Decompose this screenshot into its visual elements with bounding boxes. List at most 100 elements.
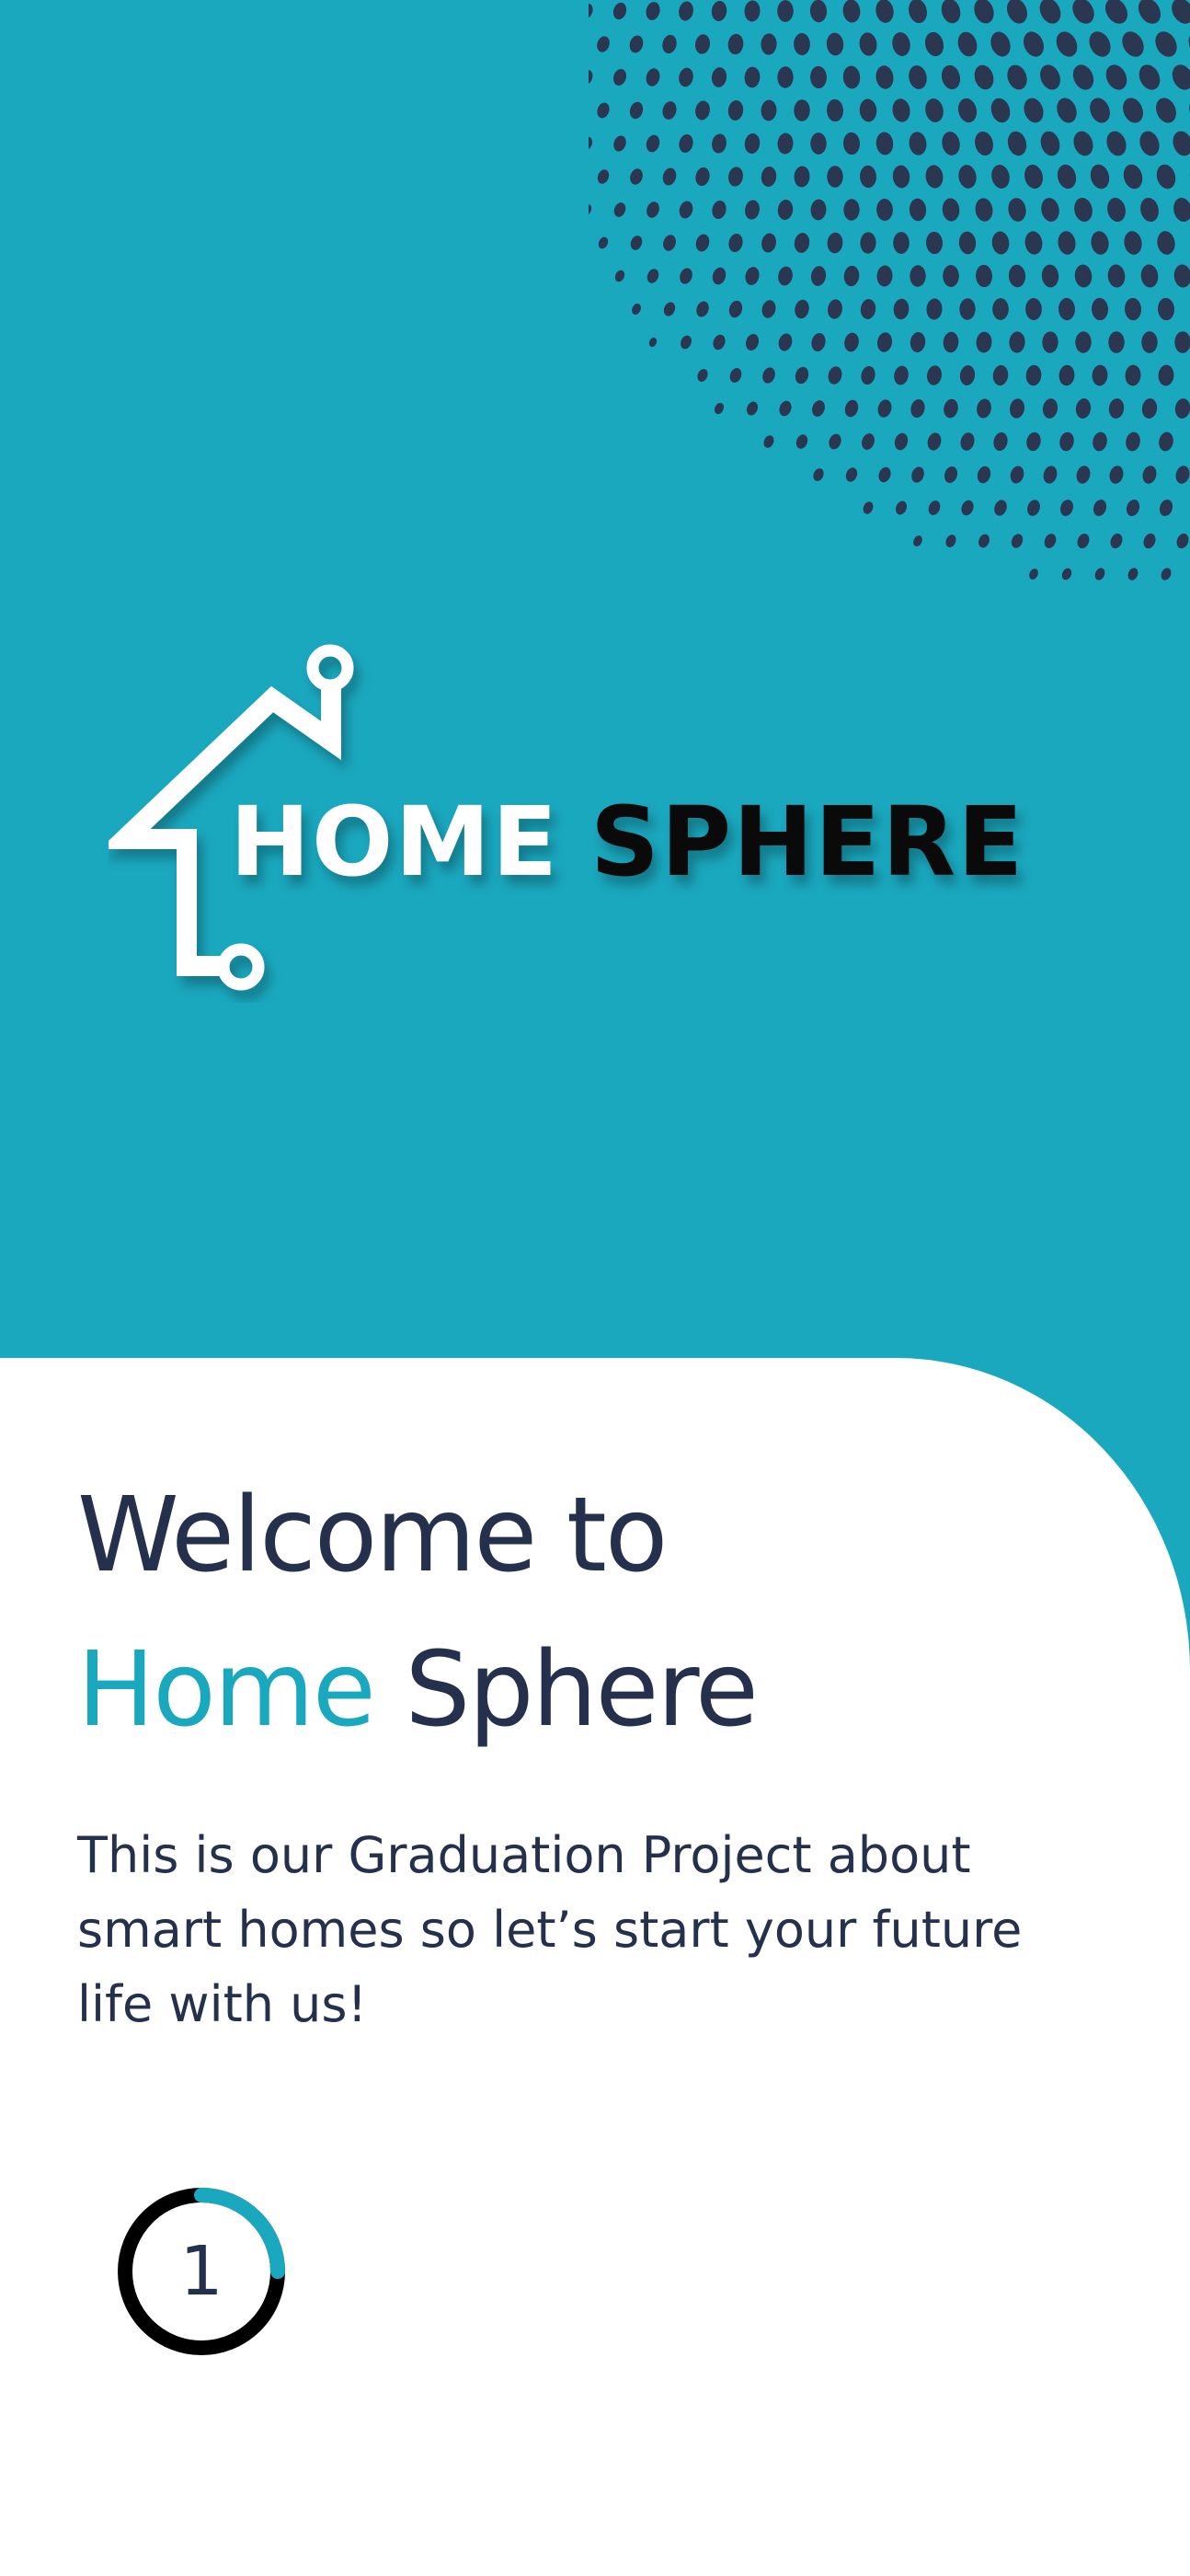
halftone-dot [876,198,893,222]
halftone-dot [974,64,994,90]
halftone-dot [893,298,910,320]
halftone-dot [1105,64,1127,90]
halftone-dot [957,31,978,57]
halftone-dot [646,68,660,86]
halftone-dot [1161,568,1172,581]
halftone-dot [1089,31,1111,57]
halftone-dot [761,33,777,55]
halftone-dot [910,265,926,287]
halftone-dot [810,65,827,89]
halftone-dot [845,467,858,482]
halftone-dot [1174,398,1190,419]
halftone-dot [597,36,610,52]
halftone-dot [961,500,974,516]
halftone-dot [1041,198,1059,222]
halftone-dot [663,235,676,251]
halftone-dot [1056,31,1078,57]
halftone-dot [974,0,994,24]
halftone-dot [744,0,761,22]
halftone-dot [925,98,944,122]
welcome-description: This is our Graduation Project about sma… [77,1826,1023,2033]
halftone-dot [1155,31,1177,57]
halftone-dot [1091,231,1109,255]
halftone-dot [945,535,956,547]
halftone-dot [827,166,843,188]
halftone-dot [875,65,894,89]
halftone-dot [1075,398,1092,419]
halftone-dot [894,365,909,385]
halftone-dot [828,366,842,385]
halftone-dot [1040,131,1060,156]
halftone-dot [746,401,759,416]
halftone-dot [943,265,959,287]
halftone-dot [859,98,877,122]
halftone-dot [795,299,809,319]
halftone-dot [663,302,676,316]
halftone-dot [875,132,894,155]
halftone-dot [794,32,810,56]
halftone-dot [613,202,626,217]
halftone-dot [1090,164,1110,190]
halftone-dot [777,66,794,88]
halftone-dot [1094,568,1105,581]
halftone-dot [876,265,893,287]
halftone-dot [1008,264,1026,288]
hero-banner: HOME SPHERE [0,0,1190,1358]
halftone-dot [1073,131,1093,156]
halftone-dot [761,99,777,121]
halftone-dot [977,466,991,484]
halftone-dot [779,400,792,417]
halftone-dot [844,399,859,418]
halftone-dot [1159,431,1173,452]
halftone-dot [630,168,643,185]
halftone-dot [913,535,922,546]
halftone-dot [826,32,844,56]
halftone-dot [1189,98,1190,123]
halftone-dot [910,332,926,352]
halftone-dot [1109,466,1124,484]
halftone-dot [959,365,976,385]
halftone-dot [1174,331,1190,353]
halftone-dot [942,132,960,155]
halftone-dot [810,266,827,286]
halftone-dot [924,31,944,57]
halftone-dot [1173,264,1190,288]
halftone-dot [1092,297,1108,321]
halftone-dot [909,198,927,222]
halftone-dot [1140,197,1159,223]
halftone-dot [812,400,825,417]
logo-word-sphere: SPHERE [589,786,1025,898]
halftone-dot [875,0,894,23]
halftone-dot [943,331,959,353]
halftone-dot [844,332,859,352]
halftone-dot [842,65,861,89]
halftone-dot [978,534,990,548]
halftone-dot [1074,264,1093,288]
title-rest-word: Sphere [405,1630,759,1750]
halftone-dot [597,169,610,184]
halftone-dot [1090,98,1110,123]
halftone-dot [976,331,992,353]
halftone-dot [1143,533,1156,549]
halftone-dot [681,335,692,350]
halftone-dot [1023,31,1045,57]
halftone-dot [711,67,727,87]
halftone-dot [990,98,1011,123]
halftone-dot [828,299,842,319]
halftone-dot [662,34,677,54]
halftone-dot [1175,466,1190,484]
halftone-dot [1026,431,1041,452]
halftone-dot [1010,466,1024,484]
halftone-dot [612,2,627,20]
halftone-dot [1124,297,1142,321]
halftone-dot [695,234,710,252]
halftone-dot [863,501,874,514]
halftone-dot [1158,364,1174,386]
halftone-dot [679,1,693,21]
halftone-dot [994,500,1007,516]
halftone-dot [629,35,644,53]
halftone-dot [695,100,710,121]
halftone-dot [589,69,593,86]
next-step-progress-button[interactable]: 1 [114,2184,289,2359]
halftone-dot [877,399,892,418]
